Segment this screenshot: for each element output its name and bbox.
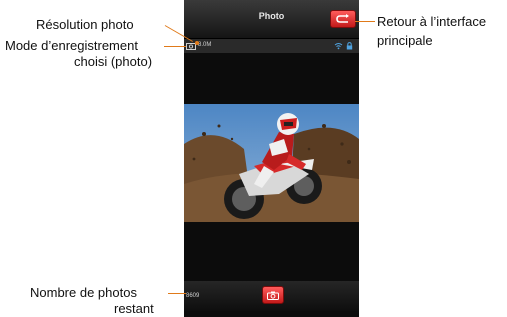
shutter-button[interactable] [262, 286, 284, 304]
resolution-value: 8.0M [198, 42, 212, 48]
leader-line-remaining [168, 293, 186, 294]
bottom-bar: 8609 [184, 281, 359, 311]
annotation-resolution: Résolution photo [36, 17, 134, 32]
remaining-photos-count: 8609 [186, 293, 200, 299]
top-bar: Photo [184, 0, 359, 39]
leader-dot-resolution [195, 41, 199, 45]
camera-preview [184, 104, 359, 222]
motocross-photo [184, 104, 359, 222]
annotation-remaining-line1: Nombre de photos [30, 285, 137, 300]
camera-icon [267, 291, 279, 300]
leader-line-back [355, 21, 375, 22]
leader-line-mode [164, 46, 186, 47]
annotation-back-line1: Retour à l’interface [377, 14, 487, 29]
wifi-icon [334, 43, 343, 50]
annotation-mode-line1: Mode d’enregistrement [5, 38, 138, 53]
annotation-back-line2: principale [377, 33, 433, 48]
return-arrow-icon [336, 14, 349, 23]
annotation-remaining-line2: restant [114, 301, 154, 316]
phone-screen: Photo 8.0M 8609 [184, 0, 359, 317]
lock-icon [346, 42, 353, 50]
back-button[interactable] [330, 10, 356, 28]
annotation-mode-line2: choisi (photo) [74, 54, 153, 69]
status-bar: 8.0M [184, 39, 359, 53]
